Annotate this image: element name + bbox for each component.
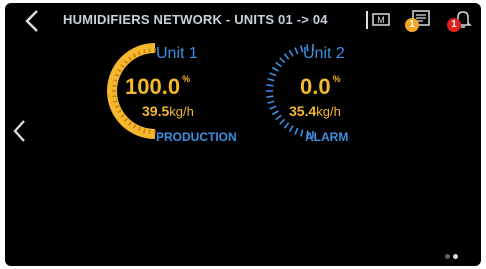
gauge-tick — [288, 125, 294, 133]
gauge-tick — [267, 78, 275, 82]
unit-status: ALARM — [305, 130, 349, 144]
unit-status: PRODUCTION — [156, 130, 237, 144]
unit-percent-value: 0.0 — [300, 74, 331, 99]
gauge-tick — [279, 57, 286, 64]
gauge-tick — [143, 128, 146, 133]
messages-button[interactable]: 1 — [403, 8, 433, 34]
gauge-tick — [283, 122, 290, 129]
chevron-left-icon[interactable] — [23, 9, 43, 33]
unit-flow: 39.5kg/h — [142, 103, 194, 119]
gauge-tick — [288, 49, 294, 57]
percent-unit: % — [182, 74, 191, 84]
gauge-tick — [143, 49, 146, 54]
gauge-tick — [269, 72, 277, 77]
gauge-tick — [283, 53, 290, 60]
unit-percent: 0.0% — [300, 74, 341, 100]
unit-flow-value: 39.5 — [142, 103, 170, 119]
alarm-button[interactable]: 1 — [445, 8, 475, 34]
page-dot[interactable] — [445, 254, 450, 259]
unit-percent-value: 100.0 — [125, 74, 181, 99]
gauge-tick — [275, 61, 282, 68]
gauge-tick — [112, 95, 117, 98]
unit-name: Unit 2 — [303, 45, 345, 62]
messages-badge: 1 — [405, 18, 419, 32]
unit-flow: 35.4kg/h — [289, 103, 341, 119]
unit-name: Unit 1 — [156, 45, 198, 62]
gauge-tick — [271, 110, 279, 116]
gauge-tick — [294, 127, 299, 135]
manual-mode-icon[interactable]: M — [365, 10, 391, 30]
gauge-tick — [275, 114, 282, 121]
alarm-badge: 1 — [447, 18, 461, 32]
unit-card[interactable]: Unit 2 0.0% 35.4kg/h ALARM — [253, 37, 403, 147]
gauge-tick — [112, 84, 117, 87]
gauge-tick — [279, 118, 286, 125]
unit-card[interactable]: Unit 1 100.0% 39.5kg/h PRODUCTION — [95, 37, 245, 147]
gauge-tick — [266, 84, 274, 87]
previous-page-chevron-icon[interactable] — [11, 118, 29, 144]
gauge-tick — [266, 95, 274, 98]
percent-unit: % — [332, 74, 341, 84]
unit-percent: 100.0% — [125, 74, 190, 100]
gauge-tick — [294, 47, 299, 55]
unit-flow-value: 35.4 — [289, 103, 317, 119]
page-dot[interactable] — [453, 254, 458, 259]
gauge-tick — [148, 129, 151, 134]
gauge-tick — [269, 105, 277, 110]
gauge-tick — [300, 129, 304, 137]
page-title: HUMIDIFIERS NETWORK - UNITS 01 -> 04 — [63, 12, 328, 27]
gauge-tick — [271, 66, 279, 72]
manual-mode-label: M — [377, 15, 385, 25]
gauge-tick — [148, 48, 151, 53]
flow-unit: kg/h — [316, 104, 341, 119]
gauge-tick — [267, 100, 275, 104]
screen: HUMIDIFIERS NETWORK - UNITS 01 -> 04 M 1… — [5, 3, 481, 266]
top-bar: HUMIDIFIERS NETWORK - UNITS 01 -> 04 M 1… — [5, 3, 481, 37]
flow-unit: kg/h — [169, 104, 194, 119]
page-indicator — [445, 246, 461, 264]
